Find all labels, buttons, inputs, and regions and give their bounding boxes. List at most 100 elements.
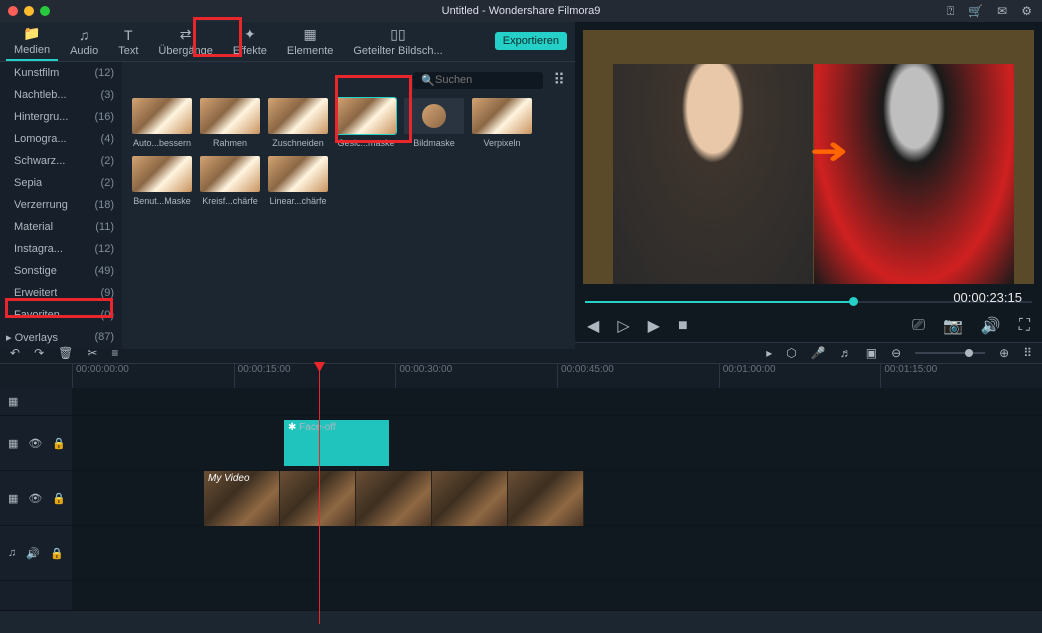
tab-text[interactable]: TText xyxy=(110,24,146,60)
user-icon[interactable]: ⍰ xyxy=(947,4,954,19)
sidebar-item-lomographie[interactable]: Lomogra...(4) xyxy=(0,128,122,150)
zoom-slider[interactable] xyxy=(915,352,985,354)
undo-button[interactable]: ↶ xyxy=(10,346,20,360)
effect-thumb-label: Auto...bessern xyxy=(132,138,192,148)
search-input[interactable] xyxy=(435,74,535,86)
crop-icon[interactable]: ▣ xyxy=(866,346,877,360)
manage-tracks-icon[interactable]: ▦ xyxy=(8,395,18,408)
search-input-wrap[interactable]: 🔍 xyxy=(413,72,543,89)
music-icon[interactable]: ♬ xyxy=(840,346,852,360)
effect-thumb-label: Gesic...maske xyxy=(336,138,396,148)
tab-medien[interactable]: 📁Medien xyxy=(6,22,58,61)
export-button[interactable]: Exportieren xyxy=(495,32,567,50)
effect-thumb-8[interactable]: Linear...chärfe xyxy=(268,156,328,206)
next-frame-button[interactable]: ▶ xyxy=(648,316,660,336)
adjust-button[interactable]: ≡ xyxy=(111,346,118,360)
fullscreen-icon[interactable]: ⛶ xyxy=(1019,317,1030,335)
sidebar-item-verzerrung[interactable]: Verzerrung(18) xyxy=(0,194,122,216)
maximize-btn[interactable] xyxy=(40,6,50,16)
cut-button[interactable]: ✂ xyxy=(87,346,97,360)
timeline-settings-icon[interactable]: ⠿ xyxy=(1023,346,1032,360)
effect-thumb-2[interactable]: Zuschneiden xyxy=(268,98,328,148)
sidebar-item-nachtleben[interactable]: Nachtleb...(3) xyxy=(0,84,122,106)
mic-icon[interactable]: 🎤 xyxy=(811,346,826,360)
track-audio-icon[interactable]: ♫ xyxy=(8,547,16,559)
effect-thumb-image xyxy=(268,98,328,134)
track-audio[interactable]: ♫ 🔊 🔒 xyxy=(0,526,1042,581)
eye-icon[interactable]: 👁 xyxy=(28,492,42,505)
playhead[interactable] xyxy=(319,364,320,624)
track-empty[interactable] xyxy=(0,581,1042,611)
scrubber[interactable]: 00:00:23:15 xyxy=(585,292,1032,310)
sidebar-item-sepia[interactable]: Sepia(2) xyxy=(0,172,122,194)
tab-uebergaenge[interactable]: ⇄Übergänge xyxy=(150,23,220,60)
track-fx-icon[interactable]: ▦ xyxy=(8,437,18,450)
play-button[interactable]: ▷ xyxy=(617,316,629,336)
effect-thumb-image xyxy=(472,98,532,134)
zoom-out-icon[interactable]: ⊖ xyxy=(891,346,901,360)
settings-icon[interactable]: ⚙ xyxy=(1021,4,1032,19)
window-title: Untitled - Wondershare Filmora9 xyxy=(442,5,601,17)
delete-button[interactable]: 🗑 xyxy=(58,346,73,360)
effect-thumb-7[interactable]: Kreisf...chärfe xyxy=(200,156,260,206)
track-vid-icon[interactable]: ▦ xyxy=(8,492,18,505)
volume-icon[interactable]: 🔊 xyxy=(981,316,1001,336)
timecode: 00:00:23:15 xyxy=(953,290,1022,305)
effect-thumb-3[interactable]: Gesic...maske xyxy=(336,98,396,148)
stop-button[interactable]: ■ xyxy=(678,317,688,335)
track-effects[interactable]: ▦ 👁 🔒 ✱ Face-off xyxy=(0,416,1042,471)
eye-icon[interactable]: 👁 xyxy=(28,437,42,450)
sidebar-item-kunstfilm[interactable]: Kunstfilm(12) xyxy=(0,62,122,84)
effect-thumb-label: Benut...Maske xyxy=(132,196,192,206)
lock-icon[interactable]: 🔒 xyxy=(52,437,66,450)
clip-video[interactable] xyxy=(204,471,584,526)
sidebar-item-material[interactable]: Material(11) xyxy=(0,216,122,238)
lock-icon[interactable]: 🔒 xyxy=(52,492,66,505)
effect-thumb-label: Linear...chärfe xyxy=(268,196,328,206)
lock-icon[interactable]: 🔒 xyxy=(50,547,64,560)
prev-frame-button[interactable]: ◀ xyxy=(587,316,599,336)
cart-icon[interactable]: 🛒 xyxy=(968,4,983,19)
redo-button[interactable]: ↷ xyxy=(34,346,44,360)
effect-thumb-image xyxy=(268,156,328,192)
effect-thumb-0[interactable]: Auto...bessern xyxy=(132,98,192,148)
sidebar-item-erweitert[interactable]: Erweitert(9) xyxy=(0,282,122,304)
tab-split[interactable]: ▯▯Geteilter Bildsch... xyxy=(345,23,450,60)
sidebar-item-favoriten[interactable]: Favoriten(0) xyxy=(0,304,122,326)
clip-face-off[interactable]: ✱ Face-off xyxy=(284,420,389,466)
effect-thumb-label: Rahmen xyxy=(200,138,260,148)
effect-thumb-5[interactable]: Verpixeln xyxy=(472,98,532,148)
time-ruler[interactable]: 00:00:00:00 00:00:15:00 00:00:30:00 00:0… xyxy=(0,364,1042,388)
timeline: 00:00:00:00 00:00:15:00 00:00:30:00 00:0… xyxy=(0,364,1042,611)
effect-thumb-image xyxy=(404,98,464,134)
annotation-arrow: ➜ xyxy=(809,130,848,172)
grid-view-icon[interactable]: ⠿ xyxy=(553,70,565,90)
minimize-btn[interactable] xyxy=(24,6,34,16)
effect-thumb-6[interactable]: Benut...Maske xyxy=(132,156,192,206)
render-button[interactable]: ▸ xyxy=(766,346,772,360)
preview-subject-2-blurred xyxy=(814,64,1014,284)
sidebar-item-sonstige[interactable]: Sonstige(49) xyxy=(0,260,122,282)
preview-panel: ➜ 00:00:23:15 ◀ ▷ ▶ ■ ⎚ 📷 🔊 ⛶ xyxy=(575,22,1042,342)
zoom-in-icon[interactable]: ⊕ xyxy=(999,346,1009,360)
mute-icon[interactable]: 🔊 xyxy=(26,547,40,560)
sidebar-item-hintergrund[interactable]: Hintergru...(16) xyxy=(0,106,122,128)
effect-thumb-1[interactable]: Rahmen xyxy=(200,98,260,148)
marker-icon[interactable]: ⬡ xyxy=(786,346,796,360)
sidebar-item-schwarz[interactable]: Schwarz...(2) xyxy=(0,150,122,172)
tab-audio[interactable]: ♫Audio xyxy=(62,24,106,60)
category-sidebar: Kunstfilm(12) Nachtleb...(3) Hintergru..… xyxy=(0,62,122,349)
search-icon: 🔍 xyxy=(421,74,435,87)
traffic-lights xyxy=(0,6,50,16)
effect-thumb-label: Bildmaske xyxy=(404,138,464,148)
tab-elemente[interactable]: ▦Elemente xyxy=(279,23,341,60)
track-video[interactable]: ▦👁🔒 My Video xyxy=(0,471,1042,526)
tab-effekte[interactable]: ✦Effekte xyxy=(225,23,275,60)
sidebar-item-instagram[interactable]: Instagra...(12) xyxy=(0,238,122,260)
mail-icon[interactable]: ✉ xyxy=(997,4,1007,19)
close-btn[interactable] xyxy=(8,6,18,16)
snapshot-icon[interactable]: 📷 xyxy=(943,316,963,336)
output-icon[interactable]: ⎚ xyxy=(912,317,925,335)
video-preview[interactable]: ➜ xyxy=(583,30,1034,284)
effect-thumb-4[interactable]: Bildmaske xyxy=(404,98,464,148)
